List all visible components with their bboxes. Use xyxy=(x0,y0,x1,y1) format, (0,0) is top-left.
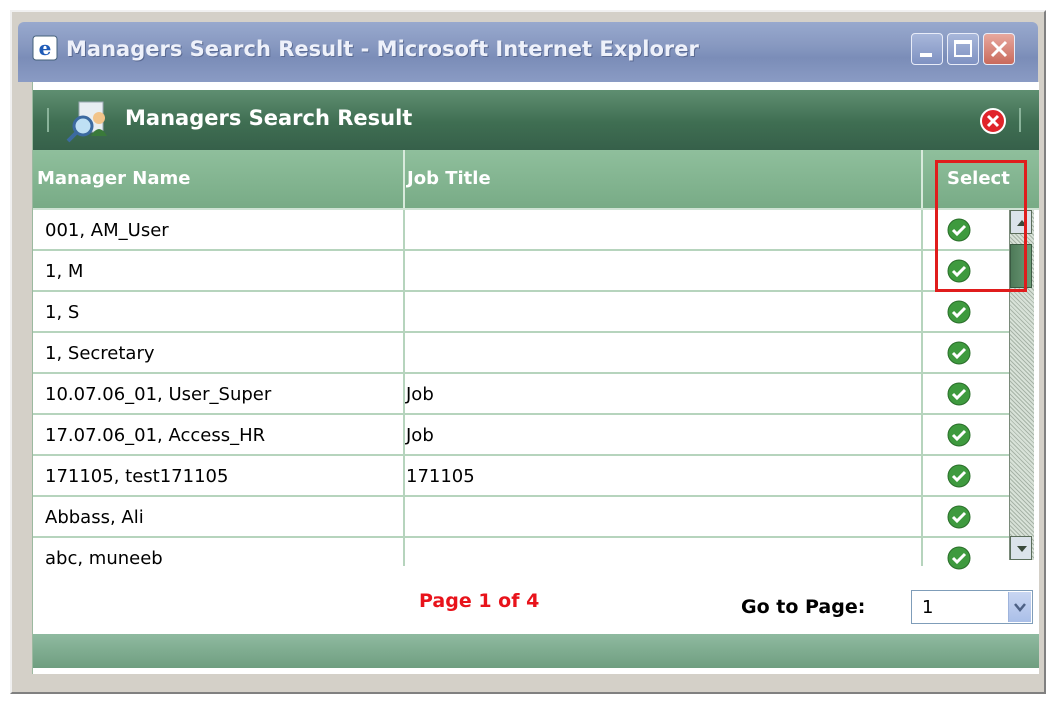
minimize-button[interactable] xyxy=(911,33,943,65)
select-check-icon[interactable] xyxy=(947,464,971,488)
table-row[interactable]: 17.07.06_01, Access_HR Job xyxy=(33,415,1009,456)
manager-name-cell: abc, muneeb xyxy=(45,548,163,569)
column-divider xyxy=(403,150,405,208)
close-window-button[interactable] xyxy=(983,33,1015,65)
svg-text:e: e xyxy=(39,36,52,60)
manager-name-cell: 1, Secretary xyxy=(45,343,155,364)
header-divider xyxy=(47,108,49,132)
manager-name-cell: 17.07.06_01, Access_HR xyxy=(45,425,266,446)
goto-page-value: 1 xyxy=(922,597,934,618)
close-dialog-icon[interactable] xyxy=(979,107,1007,135)
manager-name-cell: Abbass, Ali xyxy=(45,507,144,528)
manager-name-cell: 171105, test171105 xyxy=(45,466,229,487)
table-row[interactable]: 171105, test171105 171105 xyxy=(33,456,1009,497)
table-row[interactable]: 001, AM_User xyxy=(33,210,1009,251)
select-check-icon[interactable] xyxy=(947,300,971,324)
manager-name-cell: 1, S xyxy=(45,302,80,323)
manager-name-cell: 1, M xyxy=(45,261,84,282)
select-column-highlight-box xyxy=(935,160,1027,292)
goto-page-label: Go to Page: xyxy=(741,596,866,618)
search-result-dialog: Managers Search Result Manager Name Job … xyxy=(32,82,1039,674)
chevron-down-icon xyxy=(1014,603,1026,612)
table-row[interactable]: 1, S xyxy=(33,292,1009,333)
page-status: Page 1 of 4 xyxy=(419,590,540,612)
header-divider xyxy=(1019,108,1021,132)
job-title-cell: 171105 xyxy=(406,466,475,487)
table-row[interactable]: 1, Secretary xyxy=(33,333,1009,374)
column-header-manager-name[interactable]: Manager Name xyxy=(37,150,190,208)
table-row[interactable]: 10.07.06_01, User_Super Job xyxy=(33,374,1009,415)
table-row[interactable]: 1, M xyxy=(33,251,1009,292)
internet-explorer-icon: e xyxy=(32,35,58,61)
dialog-header: Managers Search Result xyxy=(33,90,1039,150)
managers-search-icon xyxy=(66,101,107,143)
close-icon xyxy=(990,40,1008,58)
manager-name-cell: 001, AM_User xyxy=(45,220,169,241)
select-check-icon[interactable] xyxy=(947,423,971,447)
column-header-job-title[interactable]: Job Title xyxy=(407,150,491,208)
maximize-icon xyxy=(954,40,972,57)
select-check-icon[interactable] xyxy=(947,505,971,529)
table-row[interactable]: Abbass, Ali xyxy=(33,497,1009,538)
manager-name-cell: 10.07.06_01, User_Super xyxy=(45,384,272,405)
arrow-down-icon xyxy=(1017,546,1027,552)
select-check-icon[interactable] xyxy=(947,382,971,406)
table-row[interactable]: abc, muneeb xyxy=(33,538,1009,577)
goto-page-select[interactable]: 1 xyxy=(911,590,1033,624)
job-title-cell: Job xyxy=(406,384,434,405)
dialog-footer-bar xyxy=(33,634,1039,668)
window-title-bar[interactable]: e Managers Search Result - Microsoft Int… xyxy=(18,22,1038,82)
scroll-down-button[interactable] xyxy=(1010,536,1032,560)
dialog-title: Managers Search Result xyxy=(125,106,413,130)
select-check-icon[interactable] xyxy=(947,341,971,365)
column-divider xyxy=(921,150,923,208)
window-title: Managers Search Result - Microsoft Inter… xyxy=(66,37,699,61)
table-header: Manager Name Job Title Select xyxy=(33,150,1039,210)
minimize-icon xyxy=(920,53,932,57)
maximize-button[interactable] xyxy=(947,33,979,65)
select-check-icon[interactable] xyxy=(947,546,971,570)
dropdown-button[interactable] xyxy=(1008,592,1031,622)
job-title-cell: Job xyxy=(406,425,434,446)
